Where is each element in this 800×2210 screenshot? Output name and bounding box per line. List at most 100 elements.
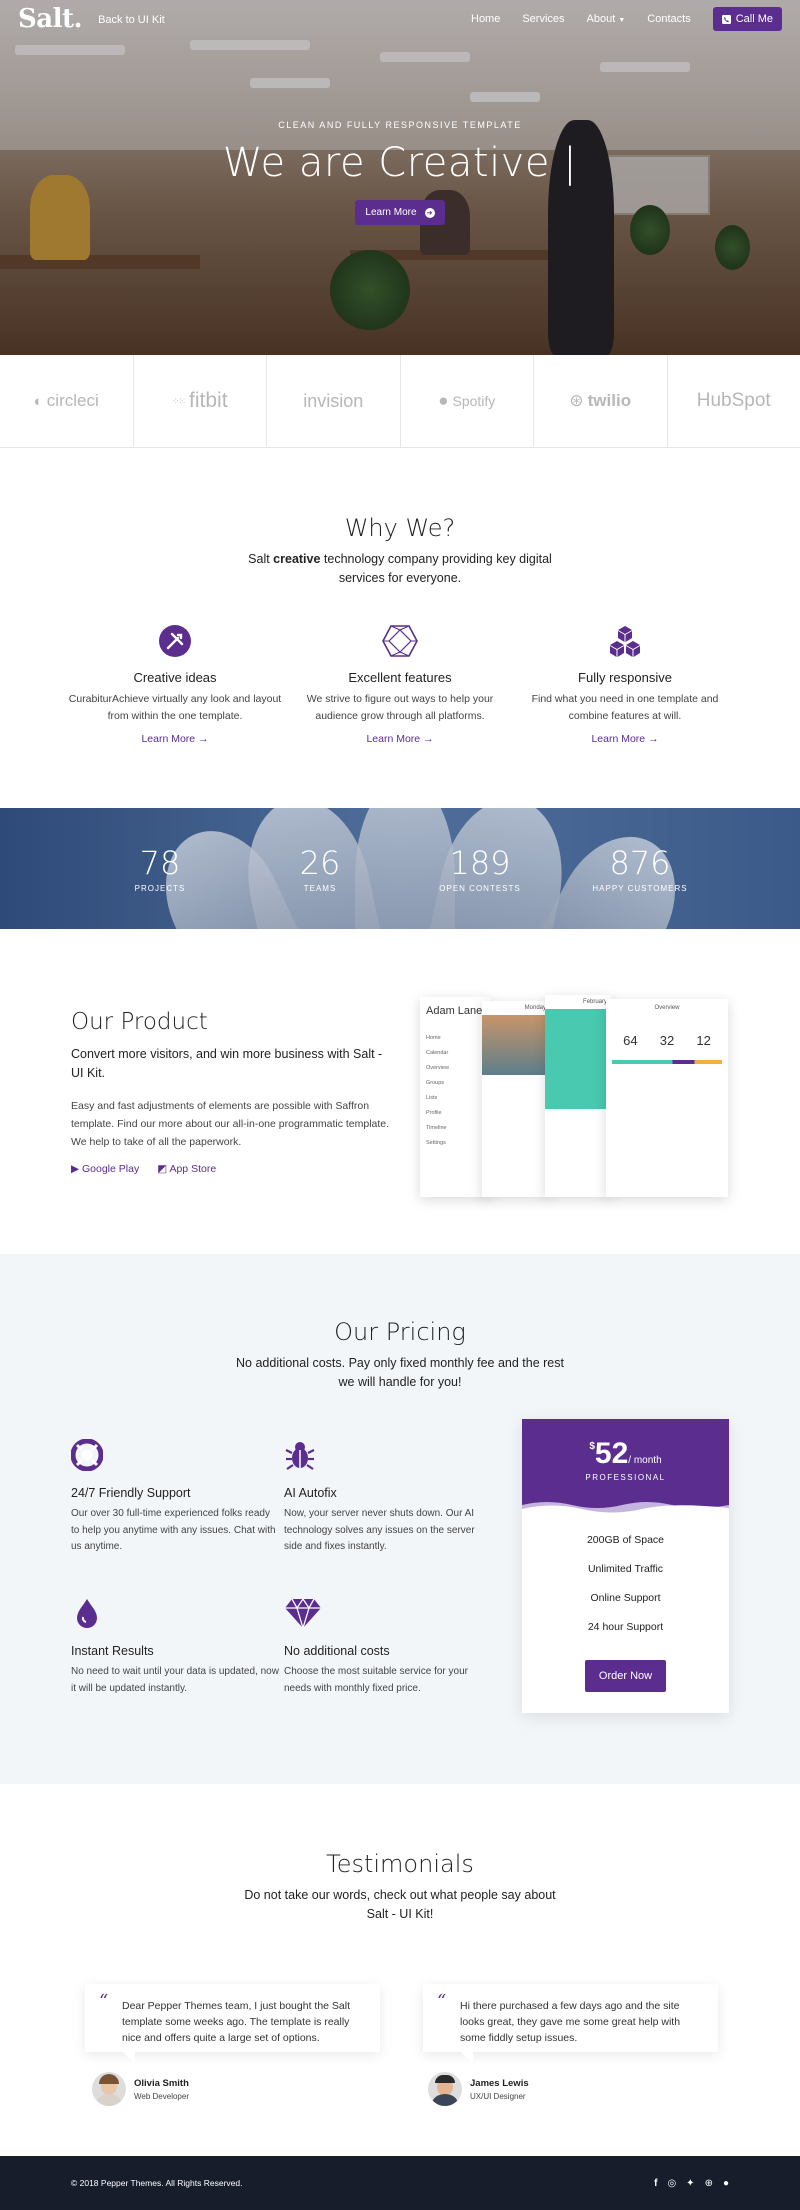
dribbble-icon[interactable]: ⊕ [705, 2178, 713, 2189]
testimonial-tail [461, 2052, 473, 2064]
partner-logo-spotify: ● Spotify [401, 355, 534, 447]
mock-stat: 12 [696, 1033, 711, 1048]
mock-sidebar-screen: Adam Lane Home Calendar Overview Groups … [420, 997, 490, 1197]
why-features: Creative ideas CurabiturAchieve virtuall… [0, 624, 800, 745]
nav-home[interactable]: Home [471, 13, 500, 25]
nav-contacts[interactable]: Contacts [647, 13, 690, 25]
author-role: UX/UI Designer [470, 2091, 526, 2101]
play-icon: ▶ [71, 1163, 80, 1175]
mock-teal-screen: February [545, 995, 611, 1197]
twitter-icon[interactable]: ✦ [686, 2178, 694, 2189]
drop-icon [77, 1599, 97, 1628]
diamond-icon [285, 1597, 321, 1631]
mock-overview-screen: Overview 64 32 12 [606, 999, 728, 1197]
twilio-icon: ⊛ [569, 391, 584, 410]
stat-number: 876 [609, 844, 671, 882]
app-store-link[interactable]: ◩ App Store [157, 1163, 216, 1175]
testimonials-title: Testimonials [326, 1850, 474, 1878]
hexagon-icon [288, 624, 513, 658]
partner-logo-twilio: ⊛ twilio [534, 355, 668, 447]
mock-stat: 32 [659, 1033, 675, 1048]
product-body: Easy and fast adjustments of elements ar… [71, 1100, 390, 1148]
mock-profile-name: Adam Lane [426, 1005, 483, 1017]
mock-stats: 64 32 12 [612, 1033, 722, 1048]
hero-content: CLEAN AND FULLY RESPONSIVE TEMPLATE We a… [0, 120, 800, 225]
spotify-icon: ● [438, 391, 449, 410]
stat-label: OPEN CONTESTS [439, 884, 521, 893]
stat-number: 78 [139, 844, 181, 882]
avatar [92, 2072, 126, 2106]
product-lead: Convert more visitors, and win more busi… [71, 1047, 383, 1080]
bug-icon [285, 1442, 315, 1470]
pricing-item: Online Support [590, 1592, 661, 1604]
nav-about[interactable]: About ▼ [587, 13, 626, 25]
why-subtitle-bold: creative [273, 552, 321, 566]
logo[interactable]: Salt. [18, 4, 83, 34]
feature-text: CurabiturAchieve virtually any look and … [68, 693, 282, 722]
pricing-feature-title: AI Autofix [284, 1486, 337, 1500]
pricing-item: 24 hour Support [587, 1621, 664, 1633]
call-me-label: Call Me [735, 13, 773, 25]
top-nav: Salt. Back to UI Kit Home Services About… [0, 0, 800, 38]
instagram-icon[interactable]: ◎ [667, 2178, 676, 2189]
stat-teams: 26 TEAMS [240, 844, 400, 893]
feature-learn-more-link[interactable]: Learn More → [288, 733, 513, 745]
mock-menu: Home Calendar Overview Groups Lists Prof… [426, 1031, 484, 1151]
order-now-button[interactable]: Order Now [584, 1660, 667, 1692]
pricing-features-list: 200GB of Space Unlimited Traffic Online … [522, 1514, 729, 1692]
google-play-label: Google Play [82, 1163, 140, 1175]
hero-learn-more-button[interactable]: Learn More ➜ [355, 200, 445, 225]
pricing-feature-instant: Instant Results No need to wait until yo… [71, 1597, 281, 1697]
feature-creative-ideas: Creative ideas CurabiturAchieve virtuall… [63, 624, 288, 745]
phone-icon [721, 14, 731, 24]
mock-stat: 64 [623, 1033, 638, 1048]
wave-divider [522, 1502, 729, 1515]
hero-section: Salt. Back to UI Kit Home Services About… [0, 0, 800, 355]
feature-title: Excellent features [348, 670, 452, 685]
google-play-link[interactable]: ▶ Google Play [71, 1163, 139, 1175]
feature-title: Creative ideas [133, 670, 217, 685]
arrow-right-icon: → [423, 733, 434, 745]
testimonials-subtitle: Do not take our words, check out what pe… [244, 1888, 556, 1921]
partner-name: twilio [587, 391, 632, 410]
nav-services[interactable]: Services [522, 13, 564, 25]
pricing-feature-text: Our over 30 full-time experienced folks … [71, 1508, 276, 1552]
stats-row: 78 PROJECTS 26 TEAMS 189 OPEN CONTESTS 876 H… [0, 808, 800, 929]
feature-learn-more-link[interactable]: Learn More → [513, 733, 738, 745]
pricing-feature-title: Instant Results [71, 1644, 154, 1658]
stat-open-contests: 189 OPEN CONTESTS [400, 844, 560, 893]
why-subtitle-pre: Salt [248, 552, 274, 566]
nav-about-label: About [586, 13, 616, 25]
pricing-feature-text: Choose the most suitable service for you… [284, 1666, 468, 1694]
main-menu: Home Services About ▼ Contacts Call Me [471, 7, 782, 31]
pricing-item: 200GB of Space [586, 1534, 665, 1546]
partner-logo-fitbit: ⁘⁙ fitbit [134, 355, 267, 447]
call-me-button[interactable]: Call Me [712, 7, 782, 31]
stat-label: TEAMS [303, 884, 337, 893]
mock-menu-item: Profile [426, 1110, 442, 1116]
cubes-icon [513, 624, 738, 658]
pricing-feature-title: No additional costs [284, 1644, 390, 1658]
feature-learn-more-link[interactable]: Learn More → [63, 733, 288, 745]
testimonial-card: “ Hi there purchased a few days ago and … [423, 1984, 718, 2064]
app-store-icon: ◩ [157, 1163, 168, 1175]
github-icon[interactable]: ● [723, 2178, 729, 2189]
back-to-ui-kit-link[interactable]: Back to UI Kit [98, 14, 165, 26]
feature-title: Fully responsive [578, 670, 672, 685]
copyright: © 2018 Pepper Themes. All Rights Reserve… [71, 2178, 243, 2188]
partner-logo-invision: invision [267, 355, 401, 447]
facebook-icon[interactable]: f [654, 2178, 657, 2189]
feature-fully-responsive: Fully responsive Find what you need in o… [513, 624, 738, 745]
pricing-card: $52/ month PROFESSIONAL 200GB of Space U… [522, 1419, 729, 1713]
pricing-feature-autofix: AI Autofix Now, your server never shuts … [284, 1439, 494, 1556]
learn-more-label: Learn More [366, 733, 421, 745]
testimonial-tail [123, 2052, 135, 2064]
price-amount: $52/ month [522, 1437, 729, 1471]
quote-icon: “ [99, 1991, 109, 2012]
mock-progress-bar [612, 1060, 722, 1064]
stat-projects: 78 PROJECTS [80, 844, 240, 893]
mock-tab: Monday [524, 1005, 546, 1011]
mock-menu-item: Timeline [426, 1125, 447, 1131]
author-role: Web Developer [134, 2091, 189, 2101]
why-subtitle: Salt creative technology company providi… [240, 550, 560, 588]
